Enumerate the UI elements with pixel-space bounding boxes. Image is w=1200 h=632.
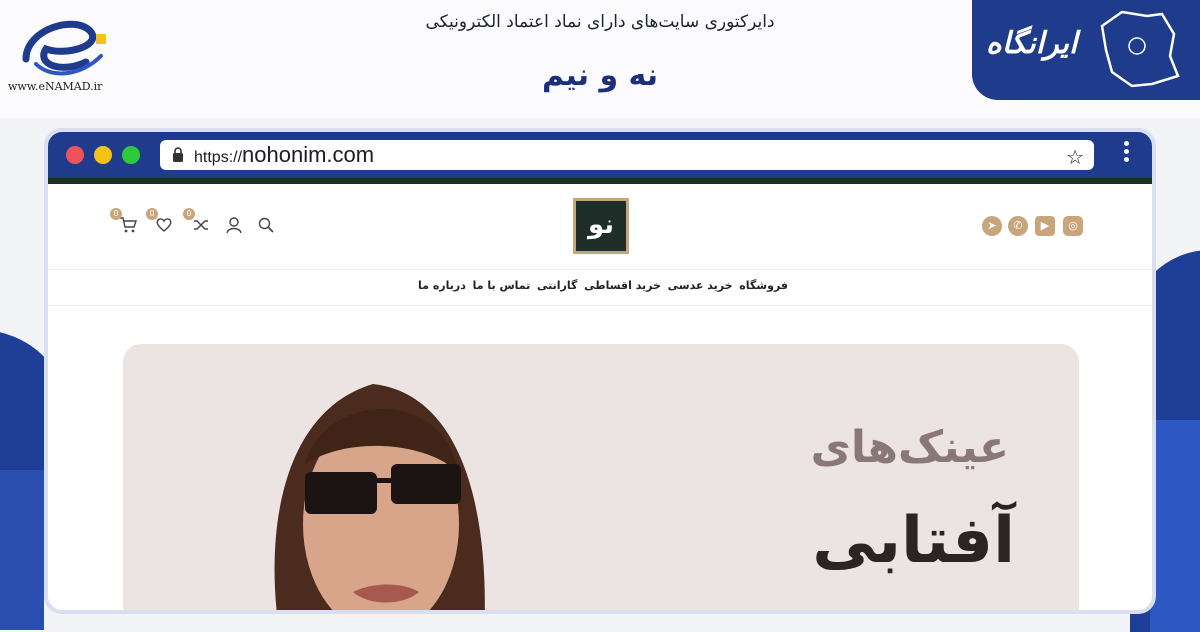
main-nav: فروشگاه خرید عدسی خرید اقساطی گارانتی تم… <box>48 270 1152 306</box>
url-host: nohonim.com <box>242 142 375 167</box>
url-text[interactable]: https://nohonim.com <box>194 142 374 168</box>
cart-count-badge: 0 <box>110 208 122 220</box>
site-name: نه و نیم <box>541 58 659 93</box>
youtube-icon[interactable]: ▶ <box>1035 216 1055 236</box>
instagram-icon[interactable]: ◎ <box>1063 216 1083 236</box>
shuffle-icon[interactable]: 0 <box>183 208 211 236</box>
telegram-icon[interactable]: ➤ <box>982 216 1002 236</box>
irangah-logo-text: ایرانگاه <box>986 26 1078 61</box>
hero-heading-line1: عینک‌های <box>810 422 1009 473</box>
bookmark-star-icon[interactable]: ☆ <box>1066 145 1084 169</box>
hero-banner[interactable]: عینک‌های آفتابی <box>123 344 1079 610</box>
compare-count-badge: 0 <box>183 208 195 220</box>
wishlist-count-badge: 0 <box>146 208 158 220</box>
nav-item-contact[interactable]: تماس با ما <box>473 279 531 292</box>
directory-title: دایرکتوری سایت‌های دارای نماد اعتماد الک… <box>425 12 775 32</box>
enamad-url[interactable]: www.eNAMAD.ir <box>8 80 102 93</box>
site-header: 0 0 0 نو ➤ ✆ ▶ ◎ <box>48 184 1152 270</box>
user-icon[interactable] <box>224 216 244 236</box>
top-banner: www.eNAMAD.ir دایرکتوری سایت‌های دارای ن… <box>0 0 1200 118</box>
nav-item-lens[interactable]: خرید عدسی <box>668 279 733 292</box>
hero-heading-line2: آفتابی <box>812 504 1015 578</box>
address-bar[interactable]: https://nohonim.com ☆ <box>160 140 1094 170</box>
nav-item-installment[interactable]: خرید اقساطی <box>584 279 661 292</box>
decor-right-2 <box>1150 420 1200 632</box>
browser-toolbar: https://nohonim.com ☆ <box>48 132 1152 178</box>
maximize-window-button[interactable] <box>122 146 140 164</box>
brand-logo[interactable]: نو <box>573 198 629 254</box>
close-window-button[interactable] <box>66 146 84 164</box>
heart-icon[interactable]: 0 <box>146 208 174 236</box>
nav-item-about[interactable]: درباره ما <box>418 279 466 292</box>
hero-model-image <box>274 384 485 610</box>
browser-window: https://nohonim.com ☆ 0 0 0 نو ➤ ✆ ▶ ◎ ف… <box>44 128 1156 614</box>
decor-left-2 <box>0 470 44 630</box>
nav-item-shop[interactable]: فروشگاه <box>739 279 788 292</box>
irangah-logo: ایرانگاه <box>972 0 1200 100</box>
nav-item-guarantee[interactable]: گارانتی <box>537 279 577 292</box>
minimize-window-button[interactable] <box>94 146 112 164</box>
lock-icon <box>173 147 183 162</box>
url-protocol: https:// <box>194 149 243 166</box>
whatsapp-icon[interactable]: ✆ <box>1008 216 1028 236</box>
cart-icon[interactable]: 0 <box>110 208 138 236</box>
search-icon[interactable] <box>256 216 276 236</box>
browser-menu-icon[interactable] <box>1124 141 1130 167</box>
iran-map-icon <box>1100 10 1180 88</box>
